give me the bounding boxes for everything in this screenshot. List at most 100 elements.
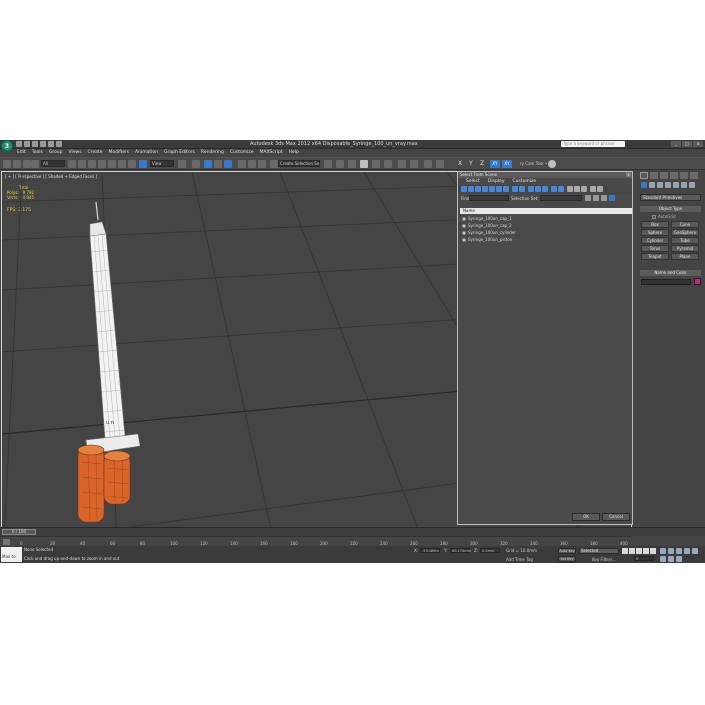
name-and-color-rollout[interactable]: Name and Color	[640, 270, 701, 276]
key-mode-dropdown[interactable]: Selected	[579, 548, 619, 554]
systems-icon[interactable]	[689, 182, 695, 188]
cone-button[interactable]: Cone	[671, 221, 699, 228]
render-button-icon[interactable]	[548, 160, 556, 168]
menu-item-animation[interactable]: Animation	[132, 149, 161, 157]
lock-cell-icon[interactable]	[593, 195, 599, 201]
z-coord-field[interactable]: 0.0mm	[480, 548, 500, 553]
open-file-icon[interactable]	[24, 141, 30, 147]
track-bar-toggle-icon[interactable]	[3, 539, 10, 545]
select-and-manipulate-icon[interactable]	[139, 160, 147, 168]
autogrid-check-icon[interactable]	[652, 214, 656, 219]
app-menu-logo-icon[interactable]: 3	[1, 140, 13, 152]
geosphere-button[interactable]: GeoSphere	[671, 229, 699, 236]
render-production-icon[interactable]	[398, 160, 406, 168]
display-bones-icon[interactable]	[519, 186, 525, 192]
highlight-selected-icon[interactable]	[609, 195, 615, 201]
ok-button[interactable]: OK	[572, 513, 600, 521]
reference-coordinate-dropdown[interactable]: View	[150, 160, 174, 167]
add-time-tag-button[interactable]: Add Time Tag	[506, 557, 533, 562]
find-case-icon[interactable]	[597, 186, 603, 192]
cylinder-button[interactable]: Cylinder	[641, 237, 669, 244]
display-xrefs-icon[interactable]	[512, 186, 518, 192]
display-geometry-icon[interactable]	[461, 186, 467, 192]
save-file-icon[interactable]	[32, 141, 38, 147]
menu-item-create[interactable]: Create	[85, 149, 106, 157]
set-key-button[interactable]: Set Key	[558, 556, 576, 562]
rectangular-selection-icon[interactable]	[88, 160, 96, 168]
display-invert-icon[interactable]	[542, 186, 548, 192]
display-shapes-icon[interactable]	[468, 186, 474, 192]
time-slider-thumb[interactable]: 0 / 100	[2, 529, 36, 535]
create-tab-icon[interactable]	[640, 172, 648, 179]
list-item[interactable]: Syringe_100un_cap_2	[460, 222, 632, 229]
display-all-icon[interactable]	[528, 186, 534, 192]
layer-manager-icon[interactable]	[258, 160, 266, 168]
select-object-icon[interactable]	[68, 160, 76, 168]
project-folder-icon[interactable]	[56, 141, 62, 147]
dialog-menu-customize[interactable]: Customize	[508, 178, 540, 185]
select-none-icon[interactable]	[558, 186, 564, 192]
pan-icon[interactable]	[660, 556, 666, 562]
list-item[interactable]: Syringe_100un_piston	[460, 236, 632, 243]
window-crossing-icon[interactable]	[98, 160, 106, 168]
syringe-model[interactable]: u n	[77, 201, 141, 523]
display-cameras-icon[interactable]	[482, 186, 488, 192]
zoom-extents-icon[interactable]	[676, 548, 682, 554]
menu-item-tools[interactable]: Tools	[29, 149, 46, 157]
list-item[interactable]: Syringe_100un_cap_1	[460, 215, 632, 222]
select-and-link-icon[interactable]	[23, 160, 31, 168]
object-name-input[interactable]	[641, 279, 691, 285]
maximize-button[interactable]: □	[682, 141, 692, 147]
maximize-viewport-icon[interactable]	[676, 556, 682, 562]
selection-set-dropdown[interactable]	[540, 195, 582, 201]
render-iterative-icon[interactable]	[410, 160, 418, 168]
percent-snap-icon[interactable]	[214, 160, 222, 168]
align-icon[interactable]	[248, 160, 256, 168]
teapot-render-icon[interactable]	[436, 160, 444, 168]
axis-y-button[interactable]: Y	[467, 160, 475, 168]
configure-columns-icon[interactable]	[601, 195, 607, 201]
sync-selection-icon[interactable]	[585, 195, 591, 201]
mirror-icon[interactable]	[238, 160, 246, 168]
close-button[interactable]: x	[693, 141, 703, 147]
minimize-button[interactable]: _	[671, 141, 681, 147]
zoom-icon[interactable]	[660, 548, 666, 554]
lights-icon[interactable]	[657, 182, 663, 188]
vray-frame-buffer-icon[interactable]	[424, 160, 432, 168]
dialog-menu-display[interactable]: Display	[484, 178, 509, 185]
y-coord-field[interactable]: 60.174mm	[450, 548, 471, 553]
axis-xy-plane-button[interactable]: XY	[502, 160, 512, 168]
dialog-close-button[interactable]: x	[626, 172, 631, 177]
menu-item-edit[interactable]: Edit	[14, 149, 29, 157]
sort-icon[interactable]	[581, 186, 587, 192]
material-editor-icon[interactable]	[360, 160, 368, 168]
x-coord-field[interactable]: -53.186m	[420, 548, 440, 553]
name-column-header[interactable]: Name	[460, 208, 632, 214]
go-to-end-icon[interactable]	[650, 548, 656, 554]
track-bar[interactable]: 0 20 40 60 80 100 120 140 160 180 200 220 240 260 280 3…	[0, 536, 632, 546]
box-button[interactable]: Box	[641, 221, 669, 228]
find-input[interactable]	[469, 195, 509, 201]
menu-item-help[interactable]: Help	[286, 149, 302, 157]
rotate-icon[interactable]	[118, 160, 126, 168]
utilities-tab-icon[interactable]	[690, 172, 698, 179]
space-warps-icon[interactable]	[681, 182, 687, 188]
search-input[interactable]: Type a keyword or phrase	[561, 141, 625, 147]
torus-button[interactable]: Torus	[641, 245, 669, 252]
helpers-icon[interactable]	[673, 182, 679, 188]
menu-item-maxscript[interactable]: MAXScript	[257, 149, 286, 157]
key-filters-button[interactable]: Key Filters...	[592, 557, 616, 562]
unlink-icon[interactable]	[31, 160, 39, 168]
display-tab-icon[interactable]	[680, 172, 688, 179]
pivot-center-icon[interactable]	[178, 160, 186, 168]
auto-key-button[interactable]: Auto Key	[558, 548, 576, 554]
sphere-button[interactable]: Sphere	[641, 229, 669, 236]
rendered-frame-window-icon[interactable]	[384, 160, 392, 168]
display-groups-icon[interactable]	[503, 186, 509, 192]
curve-editor-icon[interactable]	[336, 160, 344, 168]
zoom-all-icon[interactable]	[668, 548, 674, 554]
edit-named-selection-icon[interactable]	[270, 160, 278, 168]
time-slider[interactable]: 0 / 100	[0, 527, 705, 536]
spinner-snap-icon[interactable]	[224, 160, 232, 168]
field-of-view-icon[interactable]	[692, 548, 698, 554]
